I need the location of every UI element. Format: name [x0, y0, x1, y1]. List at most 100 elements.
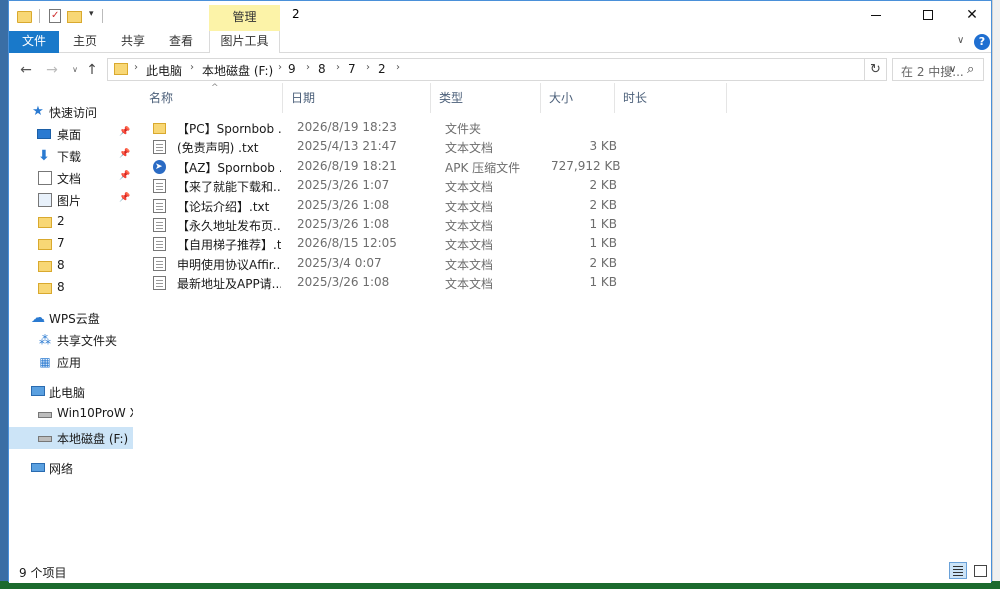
- nav-quick-access[interactable]: ★ 快速访问: [9, 101, 133, 123]
- pin-icon[interactable]: 📌: [119, 149, 130, 159]
- file-row[interactable]: 最新地址及APP请... 2025/3/26 1:08 文本文档 1 KB: [141, 273, 751, 292]
- file-row[interactable]: 【论坛介绍】.txt 2025/3/26 1:08 文本文档 2 KB: [141, 196, 751, 215]
- nav-item-folder-2[interactable]: 2: [9, 211, 133, 233]
- text-file-icon: [153, 237, 166, 252]
- picture-icon: [38, 193, 52, 207]
- nav-item-desktop[interactable]: 桌面 📌: [9, 123, 133, 145]
- tab-file[interactable]: 文件: [9, 31, 59, 53]
- new-folder-icon[interactable]: [67, 8, 83, 24]
- nav-item-folder-8[interactable]: 8: [9, 255, 133, 277]
- column-header-size[interactable]: 大小: [541, 83, 615, 113]
- search-icon[interactable]: ⌕: [967, 62, 974, 77]
- tab-view[interactable]: 查看: [161, 31, 201, 53]
- refresh-icon[interactable]: ↻: [865, 58, 887, 81]
- file-date: 2025/3/26 1:08: [297, 217, 390, 231]
- nav-item-folder-8b[interactable]: 8: [9, 277, 133, 299]
- file-row[interactable]: 申明使用协议Affir... 2025/3/4 0:07 文本文档 2 KB: [141, 254, 751, 273]
- context-tab-manage[interactable]: 管理: [209, 5, 280, 31]
- folder-icon: [38, 283, 52, 294]
- back-arrow-icon[interactable]: ←: [17, 61, 35, 79]
- file-row[interactable]: 【永久地址发布页... 2025/3/26 1:08 文本文档 1 KB: [141, 215, 751, 234]
- nav-item-downloads[interactable]: ⬇ 下载 📌: [9, 145, 133, 167]
- column-header-date[interactable]: 日期: [283, 83, 431, 113]
- file-date: 2025/3/26 1:07: [297, 178, 390, 193]
- file-type: 文本文档: [445, 219, 494, 233]
- nav-label: 本地磁盘 (F:): [57, 432, 129, 446]
- sort-ascending-icon: ^: [211, 83, 219, 93]
- apps-icon: ▦: [39, 355, 51, 369]
- pin-icon[interactable]: 📌: [119, 127, 130, 137]
- details-view-icon[interactable]: [949, 562, 967, 579]
- column-header-duration[interactable]: 时长: [615, 83, 727, 113]
- nav-item-drive-c[interactable]: Win10ProW X: [9, 403, 133, 425]
- text-file-icon: [153, 140, 166, 155]
- computer-icon: [31, 386, 45, 396]
- nav-item-folder-7[interactable]: 7: [9, 233, 133, 255]
- breadcrumb-separator-icon[interactable]: ›: [134, 62, 138, 73]
- breadcrumb-folder-9[interactable]: 9: [288, 62, 296, 76]
- item-count: 9 个项目: [19, 566, 67, 580]
- nav-label: 桌面: [57, 128, 82, 142]
- text-file-icon: [153, 198, 166, 213]
- close-button[interactable]: ✕: [949, 1, 995, 31]
- file-row[interactable]: 【来了就能下载和... 2025/3/26 1:07 文本文档 2 KB: [141, 176, 751, 195]
- nav-label: 图片: [57, 194, 82, 208]
- breadcrumb-folder-8[interactable]: 8: [318, 62, 326, 76]
- nav-item-documents[interactable]: 文档 📌: [9, 167, 133, 189]
- maximize-button[interactable]: [905, 1, 951, 31]
- file-size: 2 KB: [589, 178, 617, 193]
- file-name: 最新地址及APP请...: [177, 277, 281, 292]
- file-type: 文本文档: [445, 141, 494, 156]
- search-input[interactable]: 在 2 中搜... ⌕: [892, 58, 984, 81]
- forward-arrow-icon[interactable]: →: [43, 61, 61, 79]
- breadcrumb-folder-7[interactable]: 7: [348, 62, 356, 76]
- file-type: 文本文档: [445, 180, 494, 195]
- breadcrumb-separator-icon[interactable]: ›: [306, 62, 310, 73]
- file-row[interactable]: 【自用梯子推荐】.txt 2026/8/15 12:05 文本文档 1 KB: [141, 234, 751, 253]
- nav-label: 8: [57, 258, 65, 272]
- breadcrumb-separator-icon[interactable]: ›: [396, 62, 400, 73]
- breadcrumb-separator-icon[interactable]: ›: [190, 62, 194, 73]
- tab-picture-tools[interactable]: 图片工具: [209, 31, 280, 53]
- breadcrumb-separator-icon[interactable]: ›: [336, 62, 340, 73]
- breadcrumb-separator-icon[interactable]: ›: [278, 62, 282, 73]
- tab-home[interactable]: 主页: [65, 31, 105, 53]
- file-row[interactable]: (免责声明) .txt 2025/4/13 21:47 文本文档 3 KB: [141, 137, 751, 156]
- recent-locations-chevron-icon[interactable]: ∨: [66, 61, 84, 79]
- file-name: 【自用梯子推荐】.txt: [177, 238, 281, 253]
- pin-icon[interactable]: 📌: [119, 193, 130, 203]
- drive-icon: [38, 436, 52, 442]
- breadcrumb-this-pc[interactable]: 此电脑: [146, 62, 182, 79]
- large-icons-view-icon[interactable]: [971, 562, 989, 579]
- tab-share[interactable]: 共享: [113, 31, 153, 53]
- properties-icon[interactable]: ✓: [47, 8, 63, 24]
- help-icon[interactable]: ?: [974, 34, 990, 50]
- file-row[interactable]: 【AZ】Spornbob ... 2026/8/19 18:21 APK 压缩文件 7…: [141, 157, 751, 176]
- nav-item-apps[interactable]: ▦ 应用: [9, 351, 133, 373]
- breadcrumb-drive-f[interactable]: 本地磁盘 (F:): [202, 62, 273, 79]
- file-size: 1 KB: [589, 275, 617, 290]
- file-type: 文本文档: [445, 257, 494, 272]
- nav-item-network[interactable]: 网络: [9, 457, 133, 479]
- nav-item-drive-f[interactable]: 本地磁盘 (F:): [9, 427, 133, 449]
- cloud-icon: ☁: [31, 310, 45, 326]
- breadcrumb-separator-icon[interactable]: ›: [366, 62, 370, 73]
- file-date: 2025/4/13 21:47: [297, 139, 397, 154]
- folder-icon: [153, 123, 166, 134]
- nav-label: 网络: [49, 462, 74, 476]
- breadcrumb-folder-2[interactable]: 2: [378, 62, 386, 76]
- address-bar[interactable]: › 此电脑 › 本地磁盘 (F:) › 9 › 8 › 7 › 2 › ∨: [107, 58, 956, 81]
- nav-item-wps-cloud[interactable]: ☁ WPS云盘: [9, 307, 133, 329]
- nav-item-pictures[interactable]: 图片 📌: [9, 189, 133, 211]
- up-arrow-icon[interactable]: ↑: [83, 61, 101, 79]
- chevron-down-icon[interactable]: ∨: [957, 35, 964, 46]
- column-header-type[interactable]: 类型: [431, 83, 541, 113]
- nav-item-this-pc[interactable]: 此电脑: [9, 381, 133, 403]
- apk-file-icon: [153, 159, 166, 174]
- file-row[interactable]: 【PC】Spornbob ... 2026/8/19 18:23 文件夹: [141, 118, 751, 137]
- folder-icon: [38, 217, 52, 228]
- quick-access-dropdown-icon[interactable]: ▾: [89, 9, 94, 19]
- minimize-button[interactable]: [853, 1, 899, 31]
- nav-item-shared-folder[interactable]: ⁂ 共享文件夹: [9, 329, 133, 351]
- pin-icon[interactable]: 📌: [119, 171, 130, 181]
